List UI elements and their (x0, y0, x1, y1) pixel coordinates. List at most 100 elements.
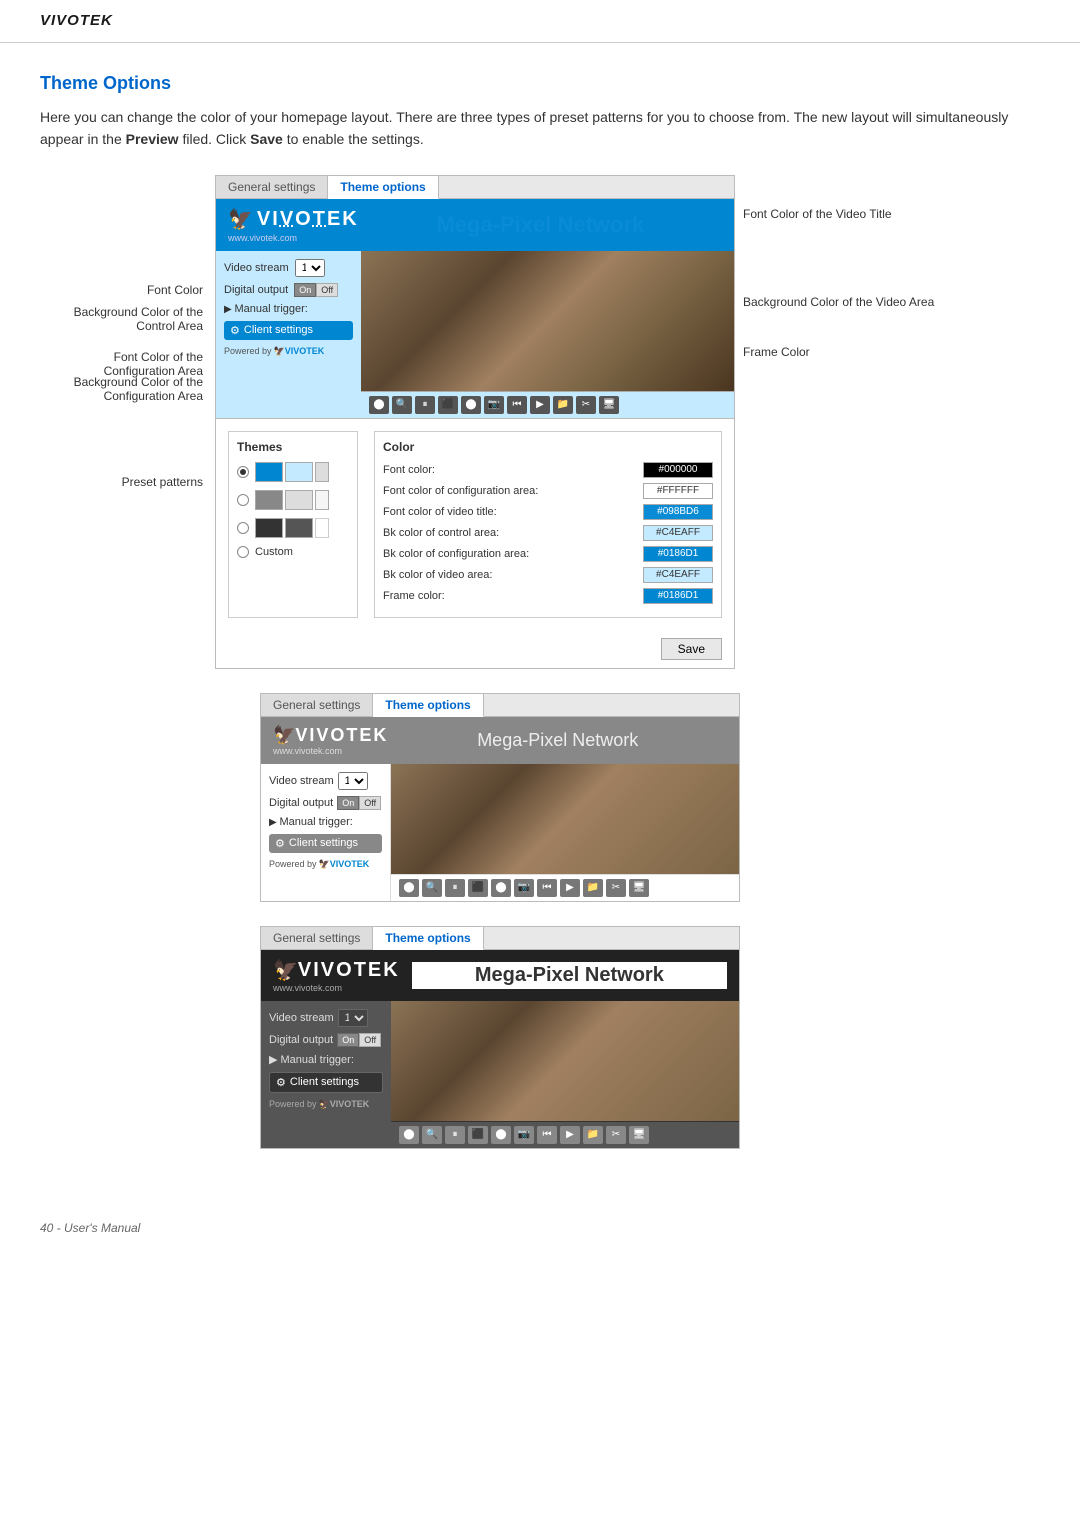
theme-bar-gray (255, 490, 283, 510)
toolbar-btn-7[interactable]: ⏮ (507, 396, 527, 414)
logo-text-3: VIVOTEK (298, 959, 400, 982)
theme-radio-custom[interactable] (237, 546, 249, 558)
theme-bar-lightblue (285, 462, 313, 482)
powered-by-text: Powered by (224, 346, 272, 356)
tb2-11[interactable]: 🖥 (629, 879, 649, 897)
toolbar-btn-1[interactable]: ⬤ (369, 396, 389, 414)
logo-url: www.vivotek.com (228, 233, 359, 243)
gear-icon: ⚙ (230, 324, 240, 337)
off-button[interactable]: Off (316, 283, 338, 297)
tb2-9[interactable]: 📁 (583, 879, 603, 897)
tab-general-2[interactable]: General settings (261, 694, 373, 716)
on-btn-3[interactable]: On (337, 1033, 359, 1047)
theme-option-custom[interactable]: Custom (237, 546, 349, 558)
powered-by-2: Powered by 🦅VIVOTEK (269, 859, 382, 870)
logo-bird-icon-2: 🦅 (273, 725, 295, 746)
theme-option-1[interactable] (237, 462, 349, 482)
tab-theme-2[interactable]: Theme options (373, 694, 483, 717)
stream-select-2[interactable]: 1 (338, 772, 368, 790)
themes-panel: Themes (228, 431, 358, 618)
tab-theme-3[interactable]: Theme options (373, 927, 483, 950)
color-swatch-4[interactable]: #0186D1 (643, 546, 713, 562)
tb2-8[interactable]: ▶ (560, 879, 580, 897)
main-ui-panel: General settings Theme options 🦅 VIVOTEK… (215, 175, 735, 669)
theme-preview-2 (255, 490, 329, 510)
theme-radio-1[interactable] (237, 466, 249, 478)
preview-toolbar: ⬤ 🔍 ⏸ ⬛ ⬤ 📷 ⏮ ▶ 📁 ✂ 🖥 (361, 391, 734, 418)
tb2-3[interactable]: ⏸ (445, 879, 465, 897)
tab-theme-options[interactable]: Theme options (328, 176, 438, 199)
toolbar-btn-10[interactable]: ✂ (576, 396, 596, 414)
on-button[interactable]: On (294, 283, 316, 297)
logo-url-3: www.vivotek.com (273, 983, 400, 993)
logo-text-2: VIVOTEK (295, 725, 388, 746)
manual-trigger-2: Manual trigger: (269, 816, 382, 828)
color-swatch-6[interactable]: #0186D1 (643, 588, 713, 604)
tb3-3[interactable]: ⏸ (445, 1126, 465, 1144)
client-settings-button[interactable]: ⚙ Client settings (224, 321, 353, 340)
off-btn-3[interactable]: Off (359, 1033, 381, 1047)
themes-title: Themes (237, 440, 349, 454)
toolbar-btn-11[interactable]: 🖥 (599, 396, 619, 414)
tb3-6[interactable]: 📷 (514, 1126, 534, 1144)
powered-by-3: Powered by 🦅VIVOTEK (269, 1099, 383, 1110)
color-swatch-5[interactable]: #C4EAFF (643, 567, 713, 583)
tb3-10[interactable]: ✂ (606, 1126, 626, 1144)
tab-bar-3: General settings Theme options (261, 927, 739, 950)
tb3-5[interactable]: ⬤ (491, 1126, 511, 1144)
tb2-2[interactable]: 🔍 (422, 879, 442, 897)
preview-video (361, 251, 734, 391)
color-label-1: Font color of configuration area: (383, 485, 538, 497)
theme-radio-3[interactable] (237, 522, 249, 534)
on-off-2[interactable]: On Off (337, 796, 381, 810)
tb3-11[interactable]: 🖥 (629, 1126, 649, 1144)
theme-radio-2[interactable] (237, 494, 249, 506)
tb2-4[interactable]: ⬛ (468, 879, 488, 897)
tb3-1[interactable]: ⬤ (399, 1126, 419, 1144)
color-swatch-1[interactable]: #FFFFFF (643, 483, 713, 499)
manual-trigger-label: Manual trigger: (224, 303, 353, 315)
tb3-9[interactable]: 📁 (583, 1126, 603, 1144)
color-swatch-3[interactable]: #C4EAFF (643, 525, 713, 541)
color-panel: Color Font color: #000000 Font color of … (374, 431, 722, 618)
color-swatch-2[interactable]: #098BD6 (643, 504, 713, 520)
stream-select[interactable]: 1 2 (295, 259, 325, 277)
tb2-5[interactable]: ⬤ (491, 879, 511, 897)
video-area-2 (391, 764, 739, 874)
on-btn-2[interactable]: On (337, 796, 359, 810)
tb3-8[interactable]: ▶ (560, 1126, 580, 1144)
toolbar-btn-9[interactable]: 📁 (553, 396, 573, 414)
tab-general-3[interactable]: General settings (261, 927, 373, 949)
tb3-2[interactable]: 🔍 (422, 1126, 442, 1144)
toolbar-btn-5[interactable]: ⬤ (461, 396, 481, 414)
tab-general-settings[interactable]: General settings (216, 176, 328, 198)
on-off-3[interactable]: On Off (337, 1033, 381, 1047)
tb2-1[interactable]: ⬤ (399, 879, 419, 897)
gear-icon-3: ⚙ (276, 1076, 286, 1089)
toolbar-btn-2[interactable]: 🔍 (392, 396, 412, 414)
save-button[interactable]: Save (661, 638, 722, 660)
toolbar-btn-6[interactable]: 📷 (484, 396, 504, 414)
digital-output-row-2: Digital output On Off (269, 796, 382, 810)
client-settings-2[interactable]: ⚙ Client settings (269, 834, 382, 853)
tb2-10[interactable]: ✂ (606, 879, 626, 897)
client-settings-3[interactable]: ⚙ Client settings (269, 1072, 383, 1093)
tb2-7[interactable]: ⏮ (537, 879, 557, 897)
video-image (361, 251, 734, 391)
color-swatch-0[interactable]: #000000 (643, 462, 713, 478)
page-footer: 40 - User's Manual (0, 1213, 1080, 1255)
off-btn-2[interactable]: Off (359, 796, 381, 810)
annotation-bg-video: Background Color of the Video Area (743, 295, 934, 309)
color-label-5: Bk color of video area: (383, 569, 492, 581)
toolbar-btn-8[interactable]: ▶ (530, 396, 550, 414)
tb3-7[interactable]: ⏮ (537, 1126, 557, 1144)
tb3-4[interactable]: ⬛ (468, 1126, 488, 1144)
theme-option-3[interactable] (237, 518, 349, 538)
theme-option-2[interactable] (237, 490, 349, 510)
tb2-6[interactable]: 📷 (514, 879, 534, 897)
on-off-toggle[interactable]: On Off (294, 283, 338, 297)
video-title-3: Mega-Pixel Network (412, 962, 727, 989)
toolbar-btn-3[interactable]: ⏸ (415, 396, 435, 414)
stream-select-3[interactable]: 1 (338, 1009, 368, 1027)
toolbar-btn-4[interactable]: ⬛ (438, 396, 458, 414)
